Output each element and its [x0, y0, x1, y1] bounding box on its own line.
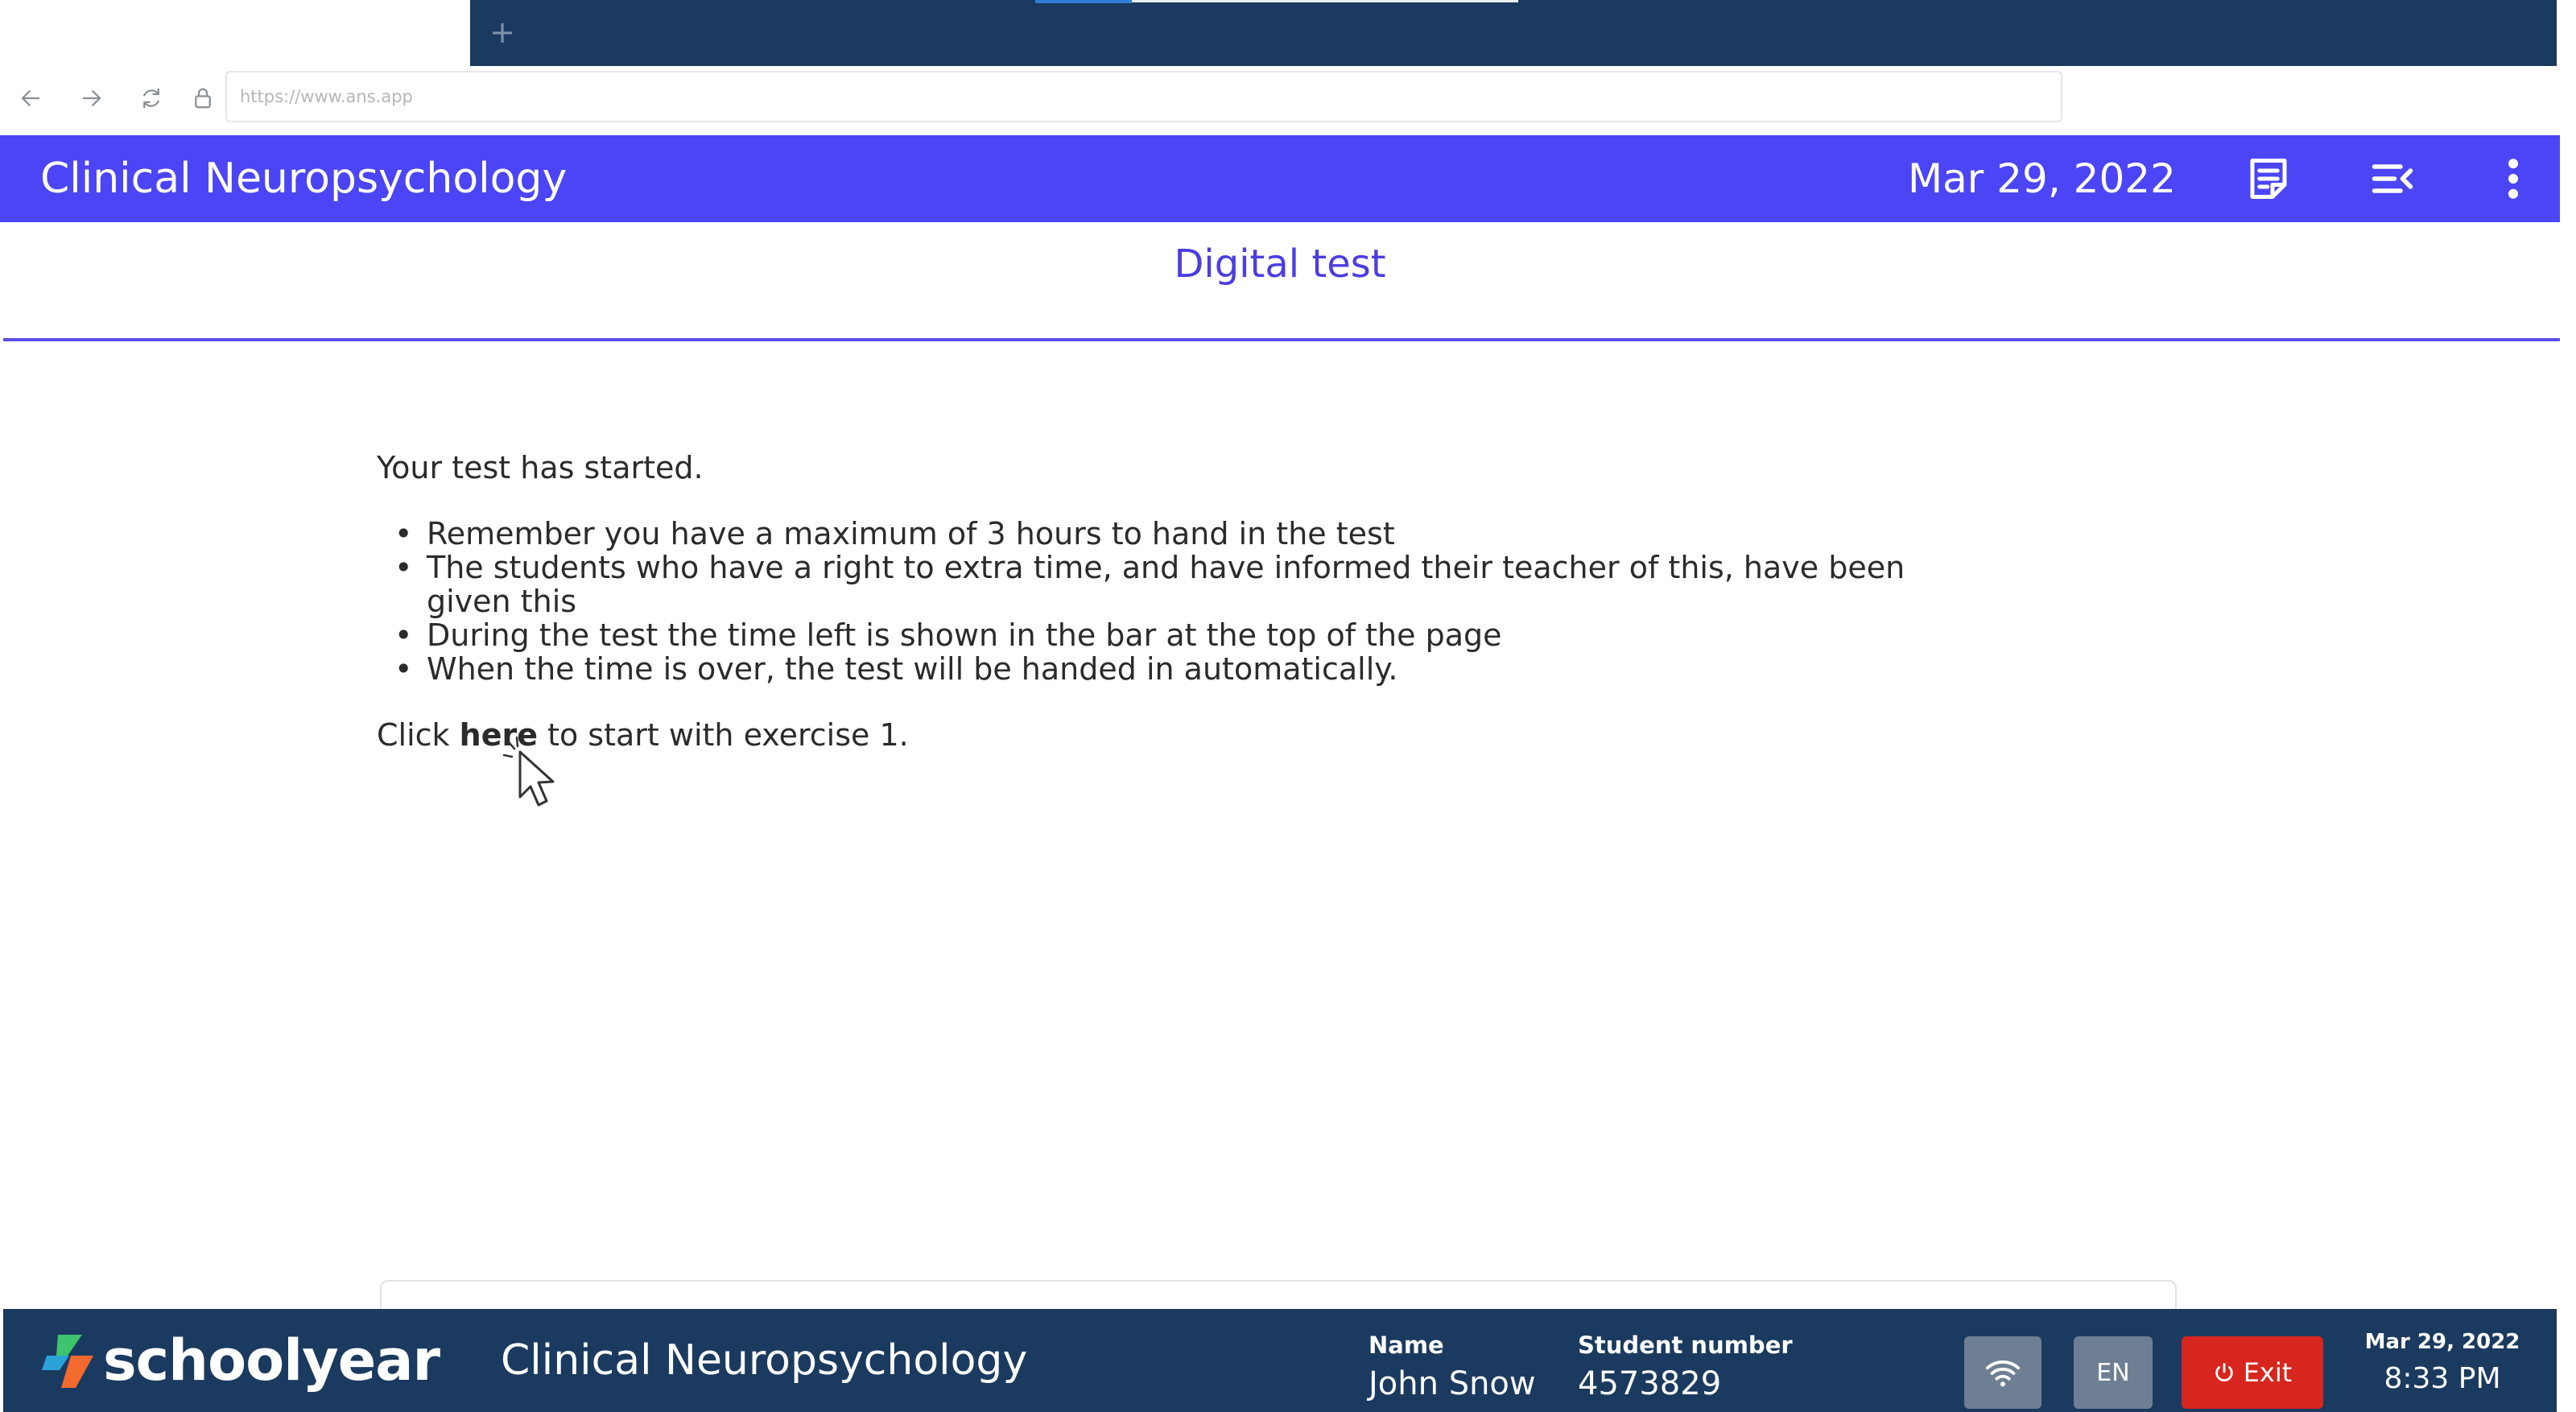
browser-active-tab[interactable] [0, 0, 470, 66]
lock-icon [195, 88, 211, 109]
notes-button[interactable] [2243, 153, 2294, 204]
power-icon [2215, 1363, 2233, 1382]
course-title: Clinical Neuropsychology [40, 155, 568, 203]
list-item: During the test the time left is shown i… [377, 618, 1906, 652]
name-label: Name [1368, 1331, 1444, 1359]
student-name: John Snow [1368, 1365, 1536, 1402]
footer-time: 8:33 PM [2384, 1362, 2501, 1395]
wifi-icon [1985, 1360, 2021, 1387]
mouse-pointer-icon [502, 736, 555, 807]
new-tab-button[interactable]: + [486, 14, 518, 50]
reload-button[interactable] [134, 81, 169, 116]
rules-list: Remember you have a maximum of 3 hours t… [377, 517, 1906, 686]
list-item: The students who have a right to extra t… [377, 551, 1906, 618]
app-header: Clinical Neuropsychology Mar 29, 2022 [0, 135, 2560, 222]
subtitle-divider [3, 338, 2560, 341]
student-number: 4573829 [1578, 1365, 1722, 1402]
arrow-left-icon [21, 90, 40, 106]
list-item: Remember you have a maximum of 3 hours t… [377, 517, 1906, 551]
wifi-button[interactable] [1964, 1336, 2041, 1409]
notes-icon [2250, 159, 2287, 199]
more-options-button[interactable] [2487, 153, 2539, 204]
tab-indicator-track [1132, 0, 1518, 2]
collapse-menu-button[interactable] [2367, 153, 2418, 204]
more-vertical-icon [2508, 159, 2518, 199]
page-subtitle: Digital test [1174, 242, 1386, 287]
tab-progress-indicator [1035, 0, 1132, 3]
schoolyear-logo-icon [42, 1335, 93, 1388]
footer-bar: schoolyear Clinical Neuropsychology Name… [3, 1309, 2557, 1412]
brand-name: schoolyear [103, 1327, 440, 1393]
language-button[interactable]: EN [2074, 1336, 2153, 1409]
browser-tab-strip: + [0, 0, 2576, 66]
intro-text: Your test has started. [377, 450, 704, 485]
forward-button[interactable] [74, 81, 109, 116]
exercise-card [380, 1280, 2177, 1312]
footer-course-title: Clinical Neuropsychology [501, 1336, 1028, 1385]
test-instructions: Your test has started. Remember you have… [377, 451, 1906, 752]
exit-label: Exit [2243, 1357, 2293, 1388]
back-button[interactable] [13, 81, 48, 116]
start-instruction: Click here to start with exercise 1. [377, 718, 1906, 752]
browser-tab-area [470, 0, 2557, 66]
list-item: When the time is over, the test will be … [377, 652, 1906, 686]
student-number-label: Student number [1578, 1331, 1793, 1359]
header-date: Mar 29, 2022 [1908, 155, 2176, 202]
collapse-menu-icon [2372, 164, 2413, 193]
start-prefix: Click [377, 717, 450, 753]
reload-icon [143, 88, 159, 109]
footer-date: Mar 29, 2022 [2364, 1330, 2520, 1354]
start-suffix: to start with exercise 1. [547, 717, 909, 753]
site-security-button[interactable] [185, 81, 221, 116]
exit-button[interactable]: Exit [2182, 1336, 2323, 1409]
url-field[interactable]: https://www.ans.app [225, 71, 2062, 122]
arrow-right-icon [82, 90, 101, 106]
